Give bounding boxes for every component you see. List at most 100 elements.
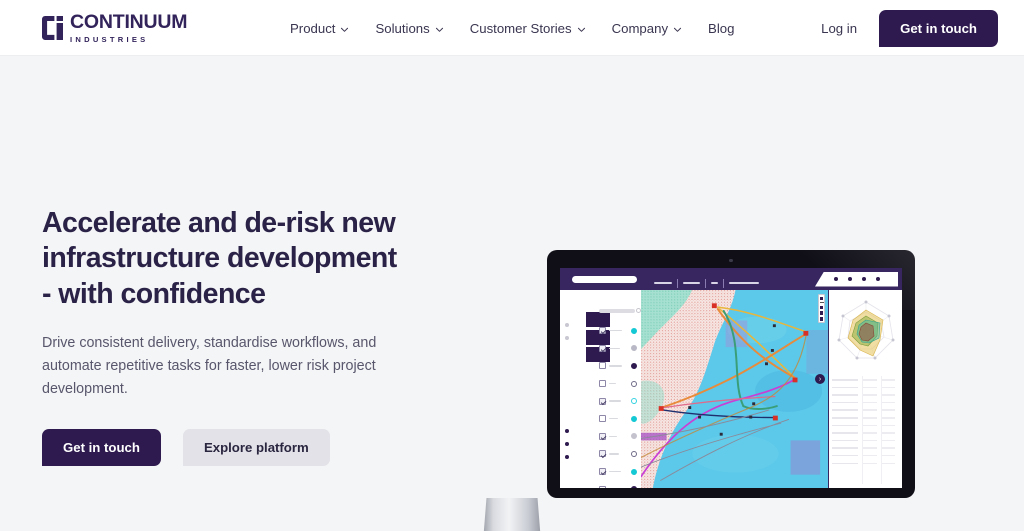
header-get-in-touch-button[interactable]: Get in touch	[879, 9, 998, 47]
app-layers-panel	[573, 290, 641, 488]
table-row	[832, 422, 899, 430]
hero-get-in-touch-button[interactable]: Get in touch	[42, 428, 161, 466]
nav-item-blog[interactable]: Blog	[708, 21, 734, 36]
table-row	[832, 391, 899, 399]
rail-dot	[565, 349, 569, 353]
layer-checkbox[interactable]	[599, 327, 606, 335]
table-row	[832, 376, 899, 384]
site-header: CONTINUUM INDUSTRIES Product Solutions C…	[0, 0, 1024, 56]
webcam-icon	[729, 259, 733, 263]
nav-item-customer-stories[interactable]: Customer Stories	[470, 21, 586, 36]
toolbar-action-icon[interactable]	[861, 277, 866, 281]
header-actions: Log in Get in touch	[821, 0, 998, 56]
toolbar-action-icon[interactable]	[875, 277, 880, 281]
monitor-stand	[483, 498, 541, 531]
nav-item-company[interactable]: Company	[612, 21, 682, 36]
radar-chart	[837, 300, 895, 360]
menu-dash[interactable]	[711, 282, 718, 284]
hero-explore-platform-button[interactable]: Explore platform	[182, 428, 330, 466]
hero-section: Accelerate and de-risk new infrastructur…	[0, 56, 1024, 531]
analysis-panel	[828, 290, 902, 488]
hero-copy: Accelerate and de-risk new infrastructur…	[42, 206, 412, 466]
list-item[interactable]	[599, 375, 641, 393]
nav-label: Customer Stories	[469, 20, 572, 36]
chevron-down-icon	[673, 27, 682, 32]
table-row	[832, 444, 899, 452]
logo-tagline: INDUSTRIES	[70, 34, 149, 44]
chevron-down-icon	[435, 27, 443, 32]
rail-dot[interactable]	[564, 441, 569, 446]
logo[interactable]: CONTINUUM INDUSTRIES	[42, 11, 188, 44]
menu-dash[interactable]	[729, 282, 759, 284]
layer-color-dot	[631, 345, 637, 352]
list-item[interactable]	[599, 463, 641, 481]
table-row	[832, 406, 899, 414]
logo-name: CONTINUUM	[70, 11, 188, 33]
zoom-out-icon[interactable]	[819, 302, 824, 304]
nav-item-product[interactable]: Product	[290, 21, 349, 36]
layer-color-dot	[631, 398, 637, 405]
layer-checkbox[interactable]	[599, 344, 606, 352]
map-tool-icon[interactable]	[819, 305, 824, 310]
table-row	[832, 399, 899, 407]
analysis-data-table	[832, 376, 899, 484]
layer-checkbox[interactable]	[599, 468, 606, 476]
layer-checkbox[interactable]	[599, 450, 606, 458]
list-item[interactable]	[599, 357, 641, 375]
map-zoom-controls[interactable]	[818, 294, 825, 324]
map-canvas	[641, 290, 828, 488]
landing-page: CONTINUUM INDUSTRIES Product Solutions C…	[0, 0, 1024, 531]
menu-separator	[723, 278, 724, 288]
gis-map[interactable]: ›	[641, 290, 828, 488]
layer-color-dot	[631, 327, 637, 334]
app-search-pill[interactable]	[572, 275, 637, 283]
table-row	[832, 429, 899, 437]
rail-dot[interactable]	[564, 428, 569, 433]
panel-collapse-icon[interactable]: ›	[815, 374, 825, 384]
layer-color-dot	[631, 380, 637, 387]
menu-dash[interactable]	[683, 282, 700, 284]
rail-dot	[565, 415, 569, 419]
table-row	[832, 437, 899, 445]
layer-color-dot	[631, 450, 637, 457]
map-tool-icon[interactable]	[819, 311, 824, 315]
rail-dot[interactable]	[564, 336, 569, 341]
layer-checkbox[interactable]	[599, 415, 606, 423]
layer-color-dot	[631, 362, 637, 369]
list-item[interactable]	[599, 340, 641, 358]
rail-dot[interactable]	[564, 323, 569, 327]
toolbar-action-icon[interactable]	[847, 277, 852, 281]
rail-dot	[565, 363, 569, 367]
app-toolbar-actions	[815, 271, 898, 287]
menu-dash[interactable]	[654, 282, 672, 284]
table-row	[832, 384, 899, 392]
list-item[interactable]	[599, 445, 641, 463]
nav-label: Blog	[708, 20, 735, 36]
list-item[interactable]	[599, 392, 641, 410]
list-item[interactable]	[599, 410, 641, 428]
rail-dot	[565, 376, 569, 380]
app-screen: ›	[560, 268, 902, 488]
rail-dot[interactable]	[564, 454, 569, 459]
list-item[interactable]	[599, 322, 641, 340]
map-tool-icon[interactable]	[819, 317, 824, 321]
rail-dot	[565, 389, 569, 393]
layers-search-input[interactable]	[599, 309, 635, 313]
login-link[interactable]: Log in	[821, 21, 857, 36]
zoom-in-icon[interactable]	[819, 296, 824, 300]
layer-checkbox[interactable]	[599, 362, 606, 370]
menu-separator	[705, 278, 706, 288]
app-left-rail	[560, 290, 573, 488]
layer-checkbox[interactable]	[599, 432, 606, 440]
app-toolbar	[560, 268, 902, 290]
nav-label: Company	[611, 20, 669, 36]
nav-item-solutions[interactable]: Solutions	[375, 21, 443, 36]
toolbar-action-icon[interactable]	[833, 277, 838, 281]
layers-list	[599, 322, 641, 488]
layer-checkbox[interactable]	[599, 485, 606, 488]
layer-checkbox[interactable]	[599, 397, 606, 405]
layer-checkbox[interactable]	[599, 380, 606, 388]
list-item[interactable]	[599, 428, 641, 446]
list-item[interactable]	[599, 480, 641, 488]
nav-label: Solutions	[375, 20, 430, 36]
